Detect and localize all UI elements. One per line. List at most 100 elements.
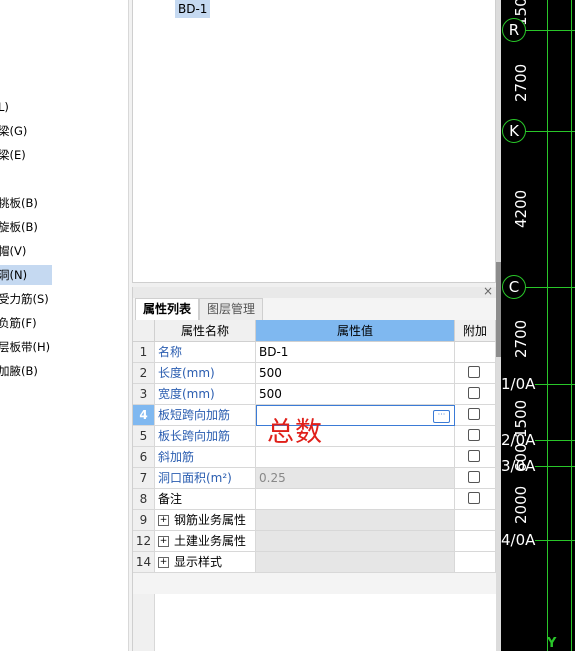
tab-property-list[interactable]: 属性列表: [135, 298, 200, 320]
table-row: 8 备注: [133, 489, 497, 510]
attach-checkbox[interactable]: [468, 471, 480, 483]
property-name: 备注: [155, 489, 256, 510]
table-row: 6 斜加筋: [133, 447, 497, 468]
axis-bubble: C: [502, 275, 526, 299]
tree-item[interactable]: 帽(V): [0, 241, 52, 261]
properties-panel: × 属性列表 图层管理 属性名称 属性值 附加 1 名称 BD-1 2 长度(m…: [132, 284, 497, 651]
tree-item[interactable]: 旋板(B): [0, 217, 52, 237]
property-name: 斜加筋: [155, 447, 256, 468]
grid-line: [535, 466, 575, 467]
axis-bubble: R: [502, 18, 526, 42]
group-name: + 土建业务属性: [155, 531, 256, 552]
row-number: 1: [133, 342, 155, 363]
property-extra: [455, 510, 496, 531]
table-row: 2 长度(mm) 500: [133, 363, 497, 384]
expand-icon[interactable]: +: [158, 515, 169, 526]
tree-item[interactable]: 挑板(B): [0, 193, 52, 213]
tree-item-label: 挑板(B): [0, 196, 38, 210]
grid-line: [571, 0, 572, 651]
dimension-label: 2700: [512, 319, 530, 358]
dimension-label: 2700: [512, 63, 530, 102]
property-value[interactable]: 500: [256, 384, 455, 405]
grid-line: [535, 440, 575, 441]
tree-item-label: 旋板(B): [0, 220, 38, 234]
property-name: 洞口面积(m²): [155, 468, 256, 489]
expand-icon[interactable]: +: [158, 536, 169, 547]
table-row: 3 宽度(mm) 500: [133, 384, 497, 405]
property-value-readonly: 0.25: [256, 468, 455, 489]
tree-item[interactable]: 梁(E): [0, 145, 52, 165]
grid-line: [535, 540, 575, 541]
row-number: 4: [133, 405, 155, 426]
close-icon[interactable]: ×: [483, 284, 493, 298]
group-label: 土建业务属性: [174, 534, 247, 548]
grid-empty-area: [155, 594, 497, 651]
tree-item-label: 层板带(H): [0, 340, 51, 354]
property-name: 板短跨向加筋: [155, 405, 256, 426]
tree-item-label: L): [0, 100, 9, 114]
property-name: 宽度(mm): [155, 384, 256, 405]
table-row-group[interactable]: 14 + 显示样式: [133, 552, 497, 573]
component-tree: L) 梁(G) 梁(E) 挑板(B) 旋板(B) 帽(V) 洞(N) 受力筋(S…: [0, 0, 129, 651]
attach-checkbox[interactable]: [468, 492, 480, 504]
group-name: + 显示样式: [155, 552, 256, 573]
attach-checkbox[interactable]: [468, 450, 480, 462]
tree-item[interactable]: 层板带(H): [0, 337, 52, 357]
axis-label: 2/0A: [501, 431, 536, 449]
group-value: [256, 552, 455, 573]
expand-icon[interactable]: +: [158, 557, 169, 568]
property-extra: [455, 531, 496, 552]
tree-item[interactable]: 加腋(B): [0, 361, 52, 381]
row-number: 12: [133, 531, 155, 552]
tree-item-label: 洞(N): [0, 268, 28, 282]
group-label: 显示样式: [174, 555, 223, 569]
axis-label: 1/0A: [501, 375, 536, 393]
tab-layer-management[interactable]: 图层管理: [199, 298, 264, 320]
drawing-canvas[interactable]: 1500 2700 4200 2700 1500 2000 600 R K C …: [501, 0, 575, 651]
dimension-label: 2000: [512, 485, 530, 524]
tree-item[interactable]: 受力筋(S): [0, 289, 52, 309]
tree-item[interactable]: 负筋(F): [0, 313, 52, 333]
attach-checkbox[interactable]: [468, 366, 480, 378]
property-extra: [455, 405, 496, 426]
grid-header-value: 属性值: [256, 320, 455, 342]
property-extra: [455, 363, 496, 384]
axis-bubble: K: [502, 119, 526, 143]
property-extra: [455, 447, 496, 468]
property-value[interactable]: 500: [256, 363, 455, 384]
tree-item-selected[interactable]: 洞(N): [0, 265, 52, 285]
attach-checkbox[interactable]: [468, 429, 480, 441]
attach-checkbox[interactable]: [468, 387, 480, 399]
property-extra: [455, 342, 496, 363]
grid-header-corner: [133, 320, 155, 342]
axis-label: 4/0A: [501, 531, 536, 549]
grid-header-extra: 附加: [455, 320, 496, 342]
grid-empty-gutter: [133, 594, 155, 651]
table-row: 7 洞口面积(m²) 0.25: [133, 468, 497, 489]
property-extra: [455, 489, 496, 510]
property-extra: [455, 426, 496, 447]
row-number: 8: [133, 489, 155, 510]
property-value[interactable]: [256, 447, 455, 468]
tree-item[interactable]: 梁(G): [0, 121, 52, 141]
row-number: 5: [133, 426, 155, 447]
property-extra: [455, 384, 496, 405]
axis-label: 3/0A: [501, 457, 536, 475]
table-row-group[interactable]: 12 + 土建业务属性: [133, 531, 497, 552]
ellipsis-button[interactable]: ···: [433, 410, 450, 423]
property-name: 板长跨向加筋: [155, 426, 256, 447]
property-extra: [455, 468, 496, 489]
tree-item-label: 受力筋(S): [0, 292, 49, 306]
tree-item[interactable]: L): [0, 97, 52, 117]
property-value[interactable]: [256, 489, 455, 510]
tree-item-label: 梁(E): [0, 148, 26, 162]
tree-item-label: 梁(G): [0, 124, 28, 138]
property-value[interactable]: BD-1: [256, 342, 455, 363]
dimension-label: 4200: [512, 189, 530, 228]
component-list-item[interactable]: BD-1: [175, 0, 211, 18]
group-value: [256, 510, 455, 531]
table-row-group[interactable]: 9 + 钢筋业务属性: [133, 510, 497, 531]
attach-checkbox[interactable]: [468, 408, 480, 420]
row-number: 9: [133, 510, 155, 531]
property-name: 长度(mm): [155, 363, 256, 384]
